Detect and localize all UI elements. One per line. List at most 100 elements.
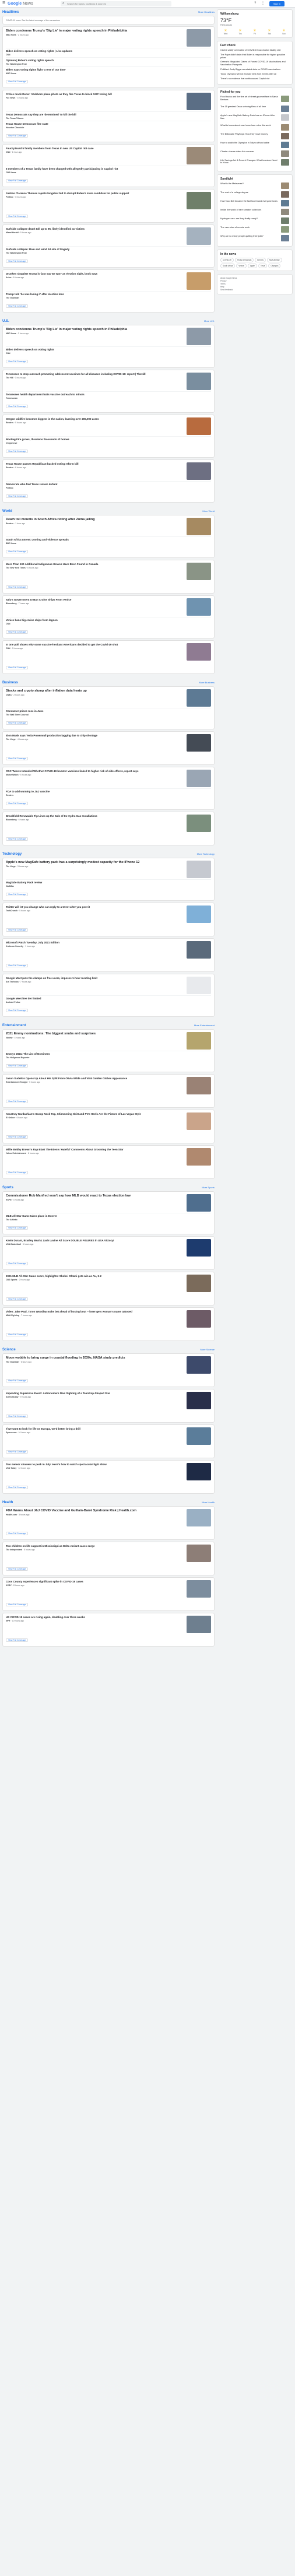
full-coverage-button[interactable]: View Full Coverage — [6, 1100, 29, 1103]
spotlight-item-title[interactable]: Inside the world of rare sneaker collect… — [220, 209, 281, 213]
full-coverage-button[interactable]: View Full Coverage — [6, 1333, 29, 1336]
related-headline[interactable]: Consumer prices rose in June — [6, 710, 211, 713]
section-more-link[interactable]: More Headlines — [198, 10, 215, 13]
story-thumbnail[interactable] — [187, 1310, 211, 1328]
story-source[interactable]: Bloomberg — [6, 819, 16, 821]
story-headline[interactable]: Tennessee to stop outreach promoting ado… — [6, 373, 183, 376]
covid-notice[interactable]: COVID-19 news: See the latest coverage o… — [2, 16, 215, 24]
story-source[interactable]: Ars Technica — [6, 981, 19, 983]
related-headline[interactable]: Biden delivers speech on voting rights |… — [6, 50, 211, 53]
story-thumbnail[interactable] — [187, 1463, 211, 1480]
story-thumbnail[interactable] — [187, 29, 211, 47]
spotlight-item[interactable]: What is the Metaverse? — [220, 183, 289, 189]
full-coverage-button[interactable]: View Full Coverage — [6, 666, 29, 669]
full-coverage-button[interactable]: View Full Coverage — [6, 837, 29, 841]
story-thumbnail[interactable] — [187, 227, 211, 245]
full-coverage-button[interactable]: View Full Coverage — [6, 721, 29, 725]
section-title[interactable]: Headlines — [2, 10, 19, 14]
story-headline[interactable]: Kevin Durant, Bradley Beal & Zach Lavine… — [6, 1239, 183, 1243]
related-source[interactable]: ABC News — [6, 72, 211, 75]
full-coverage-button[interactable]: View Full Coverage — [6, 1450, 29, 1454]
full-coverage-button[interactable]: View Full Coverage — [6, 1135, 29, 1139]
full-coverage-button[interactable]: View Full Coverage — [6, 1486, 29, 1489]
section-more-link[interactable]: More Technology — [197, 852, 215, 855]
story-headline[interactable]: Apple's new MagSafe battery pack has a s… — [6, 861, 183, 865]
topic-chip[interactable]: MLB All-Star — [266, 258, 282, 263]
picked-item[interactable]: Food trucks and the fine art of street g… — [220, 96, 289, 103]
section-more-link[interactable]: More Entertainment — [194, 1024, 215, 1027]
story-headline[interactable]: Biden condemns Trump's 'Big Lie' in majo… — [6, 328, 183, 332]
related-source[interactable]: The Athletic — [6, 1219, 211, 1221]
full-coverage-button[interactable]: View Full Coverage — [6, 405, 29, 408]
story-source[interactable]: Reuters — [6, 522, 13, 525]
search-bar[interactable]: ⌕ — [61, 1, 171, 6]
related-headline[interactable]: Opinion | Biden's voting rights speech — [6, 59, 211, 62]
picked-item[interactable]: What to know about new home loan rules t… — [220, 124, 289, 131]
spotlight-item-thumbnail[interactable] — [281, 191, 289, 198]
related-headline[interactable]: Tennessee health department halts vaccin… — [6, 393, 211, 396]
full-coverage-button[interactable]: View Full Coverage — [6, 134, 29, 138]
section-more-link[interactable]: More Health — [202, 1501, 215, 1504]
search-input[interactable] — [67, 2, 166, 6]
related-headline[interactable]: Emmys 2021: The List of Nominees — [6, 1052, 211, 1056]
related-headline[interactable]: FDA to add warning to J&J vaccine — [6, 790, 211, 794]
spotlight-item[interactable]: Why are so many people quitting their jo… — [220, 235, 289, 242]
related-source[interactable]: OregonLive — [6, 442, 211, 444]
fact-check-item[interactable]: Politifact: Andy Biggs overstated data o… — [220, 68, 289, 71]
story-source[interactable]: MarketWatch — [6, 774, 19, 776]
section-more-link[interactable]: More U.S. — [204, 320, 215, 322]
fact-check-item[interactable]: The Pope didn't claim that Biden is resp… — [220, 54, 289, 59]
picked-item-thumbnail[interactable] — [281, 114, 289, 121]
story-headline[interactable]: Death toll mounts in South Africa riotin… — [6, 518, 183, 522]
fact-check-item[interactable]: Greene's Misguided Claims of Forced COVI… — [220, 61, 289, 66]
topic-chip[interactable]: Tesla — [258, 264, 268, 269]
spotlight-item-thumbnail[interactable] — [281, 183, 289, 189]
story-source[interactable]: USA Basketball — [6, 1243, 21, 1245]
story-source[interactable]: The Independent — [6, 1549, 22, 1551]
related-source[interactable]: Android Police — [6, 1001, 211, 1003]
full-coverage-button[interactable]: View Full Coverage — [6, 585, 29, 589]
topic-chip[interactable]: Texas Democrats — [234, 258, 254, 263]
spotlight-item-title[interactable]: How Taco Bell became the fast food brand… — [220, 200, 281, 205]
fact-check-item[interactable]: Claims vastly overstated of COVID-19 vac… — [220, 49, 289, 52]
story-headline[interactable]: Brookfield Renewable Tip Lines up the Sa… — [6, 815, 183, 818]
story-headline[interactable]: Italy's Government to Ban Cruise Ships F… — [6, 598, 183, 602]
story-source[interactable]: Axios — [6, 276, 12, 279]
story-headline[interactable]: Drunken singalert Trump is 'just say we … — [6, 272, 183, 276]
story-thumbnail[interactable] — [187, 147, 211, 164]
story-thumbnail[interactable] — [187, 941, 211, 959]
menu-icon[interactable]: ☰ — [2, 2, 6, 5]
story-thumbnail[interactable] — [187, 1148, 211, 1166]
spotlight-item-thumbnail[interactable] — [281, 235, 289, 242]
story-headline[interactable]: Stocks and crypto slump after inflation … — [6, 689, 183, 693]
story-thumbnail[interactable] — [187, 770, 211, 787]
related-headline[interactable]: Venice bans big cruise ships from lagoon — [6, 619, 211, 622]
picked-item-title[interactable]: Charter closure dates this summer — [220, 150, 281, 155]
spotlight-item-title[interactable]: Hydrogen cars: are they finally ready? — [220, 217, 281, 222]
full-coverage-button[interactable]: View Full Coverage — [6, 1532, 29, 1535]
story-thumbnail[interactable] — [187, 1239, 211, 1257]
spotlight-item-title[interactable]: Why are so many people quitting their jo… — [220, 235, 281, 240]
full-coverage-button[interactable]: View Full Coverage — [6, 893, 29, 896]
spotlight-item[interactable]: How Taco Bell became the fast food brand… — [220, 200, 289, 207]
related-source[interactable]: The Washington Post — [6, 63, 211, 65]
covid-notice-text[interactable]: COVID-19 news: See the latest coverage o… — [6, 19, 211, 22]
story-source[interactable]: NBC News — [6, 34, 16, 36]
apps-icon[interactable]: ⋮ — [261, 2, 265, 5]
full-coverage-button[interactable]: View Full Coverage — [6, 928, 29, 932]
related-source[interactable]: The Hollywood Reporter — [6, 1057, 211, 1059]
related-headline[interactable]: Surfside collapse: Rain and wind hit sit… — [6, 248, 211, 251]
story-thumbnail[interactable] — [187, 861, 211, 878]
story-source[interactable]: Reuters — [6, 466, 13, 469]
story-source[interactable]: The Guardian — [6, 1361, 19, 1363]
related-source[interactable]: BBC News — [6, 542, 211, 545]
section-more-link[interactable]: More Science — [201, 1348, 215, 1351]
story-headline[interactable]: 2021 Emmy nominations: The biggest snubs… — [6, 1032, 183, 1036]
fact-check-item[interactable]: Tokyo Olympics will not exclude fans fro… — [220, 73, 289, 76]
spotlight-item[interactable]: Inside the world of rare sneaker collect… — [220, 209, 289, 216]
story-headline[interactable]: Elon Musk says Tesla Powerwall productio… — [6, 734, 183, 738]
story-source[interactable]: NPR — [6, 1620, 10, 1622]
related-headline[interactable]: MagSafe Battery Pack review — [6, 881, 211, 885]
related-source[interactable]: CNN — [6, 352, 211, 355]
full-coverage-button[interactable]: View Full Coverage — [6, 1262, 29, 1265]
